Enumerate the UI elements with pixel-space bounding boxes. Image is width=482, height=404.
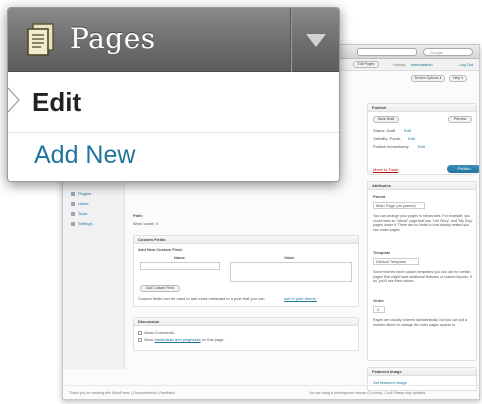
pages-menu: Pages Edit Add New — [7, 7, 340, 182]
add-custom-field-heading: Add New Custom Field: — [138, 247, 183, 252]
allow-trackbacks-option[interactable]: Allow trackbacks and pingbacks on this p… — [138, 337, 225, 342]
parent-help-text: You can arrange your pages in hierarchie… — [373, 214, 473, 232]
logout-link[interactable]: Log Out — [459, 62, 473, 67]
discussion-title: Discussion — [134, 318, 358, 326]
publish-box: Publish Save Draft Preview Status: Draft… — [367, 103, 479, 175]
template-select[interactable]: Default Template — [373, 258, 419, 265]
edit-pages-dropdown[interactable]: Edit Pages — [353, 61, 379, 68]
publish-time-edit-link[interactable]: Edit — [418, 144, 425, 149]
custom-fields-box: Custom Fields Add New Custom Field: Name… — [133, 235, 359, 307]
custom-field-name-input[interactable] — [140, 262, 220, 270]
allow-trackbacks-checkbox[interactable] — [138, 337, 142, 342]
help-button[interactable]: Help ▾ — [449, 75, 467, 82]
sidebar-item-plugins[interactable]: Plugins — [71, 191, 91, 196]
visibility-text: Visibility: Public — [373, 136, 401, 141]
preview-button[interactable]: Preview — [448, 116, 472, 123]
menu-item-edit-label: Edit — [32, 87, 82, 117]
parent-select[interactable]: Main Page (no parent) — [373, 202, 425, 209]
allow-comments-label: Allow Comments. — [144, 330, 176, 335]
address-bar[interactable] — [357, 48, 417, 56]
user-link[interactable]: wemoadmin — [411, 62, 433, 67]
pages-icon — [27, 23, 54, 56]
pages-menu-header[interactable]: Pages — [8, 8, 339, 72]
sidebar-item-label: Tools — [78, 211, 88, 216]
save-draft-button[interactable]: Save Draft — [373, 116, 399, 123]
allow-trackbacks-prefix: Allow — [144, 337, 154, 342]
word-count: Word count: 0 — [133, 221, 158, 226]
status-text: Status: Draft — [373, 128, 396, 133]
publish-box-title: Publish — [368, 104, 476, 112]
footer-left-text: Thank you for creating with WordPress. |… — [69, 391, 175, 395]
order-input-value: 0 — [377, 307, 380, 312]
order-label: Order — [373, 298, 384, 303]
stage: Google Edit Pages Howdy, wemoadmin Log O… — [0, 0, 482, 404]
footer-right-text: You are using a development version (3.x… — [309, 391, 427, 395]
attributes-box: Attributes Parent Main Page (no parent) … — [367, 181, 477, 361]
template-label: Template — [373, 250, 391, 255]
sidebar-item-label: Plugins — [78, 191, 92, 196]
name-column-header: Name — [174, 255, 185, 260]
menu-item-add-new-label: Add New — [34, 141, 136, 169]
header-divider — [290, 8, 291, 72]
value-column-header: Value — [284, 255, 295, 260]
trackbacks-link[interactable]: trackbacks and pingbacks — [155, 337, 201, 342]
sidebar-item-users[interactable]: Users — [71, 201, 88, 206]
template-select-value: Default Template — [376, 259, 406, 264]
order-help-text: Pages are usually ordered alphabetically… — [373, 318, 468, 327]
move-to-trash-link[interactable]: Move to Trash — [373, 167, 398, 172]
template-help-text: Some themes have custom templates you ca… — [373, 270, 472, 284]
allow-comments-option[interactable]: Allow Comments. — [138, 330, 175, 335]
allow-comments-checkbox[interactable] — [138, 330, 142, 335]
custom-field-value-input[interactable] — [230, 262, 352, 282]
custom-fields-help: Custom fields can be used to add extra m… — [138, 296, 265, 301]
menu-item-edit[interactable]: Edit — [8, 73, 339, 133]
path-label: Path: — [133, 213, 143, 218]
sidebar-item-label: Settings — [78, 221, 93, 226]
featured-image-title: Featured Image — [368, 368, 476, 376]
discussion-box: Discussion Allow Comments. Allow trackba… — [133, 317, 359, 351]
sidebar-item-settings[interactable]: Settings — [71, 221, 92, 226]
howdy-label: Howdy, — [393, 62, 407, 67]
plugin-icon — [71, 191, 75, 196]
pages-menu-title: Pages — [70, 22, 156, 55]
users-icon — [71, 201, 75, 206]
custom-fields-title: Custom Fields — [134, 236, 358, 244]
publish-button[interactable]: Publish — [447, 165, 479, 173]
custom-fields-help-link[interactable]: use in your theme. — [284, 296, 317, 301]
chevron-down-icon — [306, 34, 326, 47]
browser-search-field[interactable]: Google — [423, 48, 473, 56]
attributes-box-title: Attributes — [368, 182, 476, 190]
allow-trackbacks-suffix: on this page. — [201, 337, 225, 342]
parent-label: Parent — [373, 194, 386, 199]
add-custom-field-button[interactable]: Add Custom Field — [140, 285, 180, 292]
admin-footer: Thank you for creating with WordPress. |… — [63, 385, 479, 399]
sidebar-item-tools[interactable]: Tools — [71, 211, 87, 216]
tools-icon — [71, 211, 75, 216]
settings-icon — [71, 221, 75, 226]
menu-item-add-new[interactable]: Add New — [8, 134, 339, 181]
status-edit-link[interactable]: Edit — [404, 128, 411, 133]
screen-options-button[interactable]: Screen Options ▾ — [411, 75, 445, 82]
parent-select-value: Main Page (no parent) — [376, 203, 416, 208]
current-item-pointer-icon — [8, 87, 20, 113]
menu-toggle-button[interactable] — [292, 8, 339, 72]
visibility-edit-link[interactable]: Edit — [408, 136, 415, 141]
sidebar-item-label: Users — [78, 201, 89, 206]
publish-immediately-text: Publish immediately — [373, 144, 409, 149]
order-input[interactable]: 0 — [373, 306, 385, 313]
